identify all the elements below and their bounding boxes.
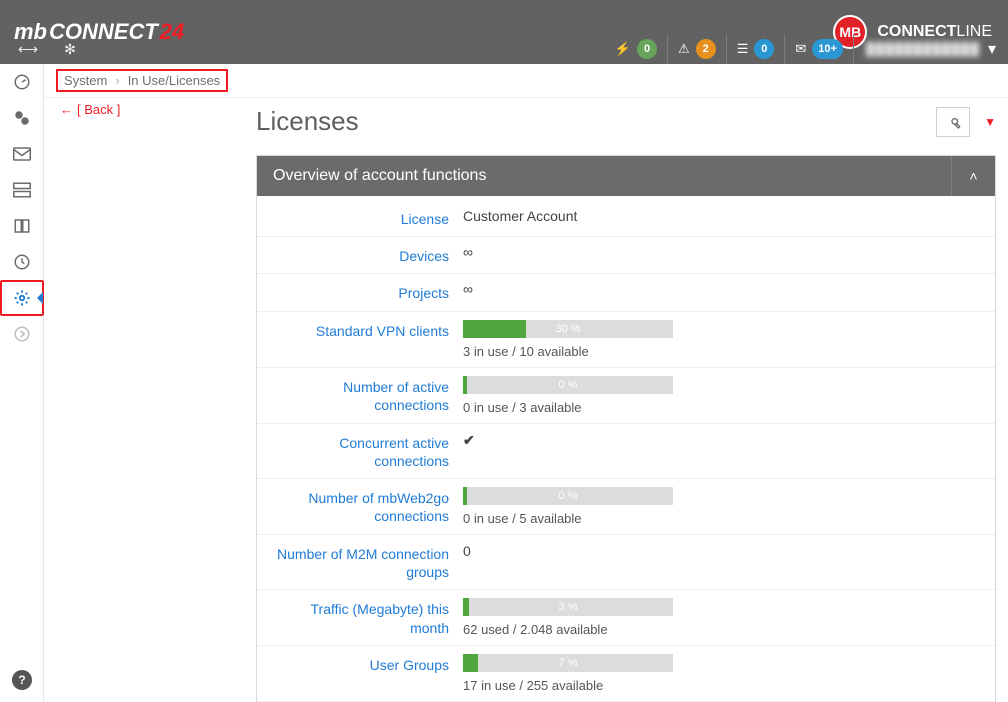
sub-web2go: 0 in use / 5 available [463, 511, 979, 526]
settings-button[interactable] [936, 107, 970, 137]
row-devices: Devices ∞ [257, 236, 995, 273]
bar-web2go-pct: 0 % [463, 487, 673, 505]
status-mail[interactable]: ✉ 10+ [784, 34, 853, 64]
panel-title: Overview of account functions [273, 167, 486, 185]
sub-vpn: 3 in use / 10 available [463, 344, 979, 359]
user-menu[interactable]: ████████████ ▾ [853, 34, 1008, 64]
panel-collapse[interactable]: ˄ [951, 156, 995, 196]
label-user-groups: User Groups [273, 654, 463, 674]
breadcrumb-current: In Use/Licenses [128, 73, 221, 88]
label-active-conn: Number of active connections [273, 376, 463, 414]
bar-vpn: 30 % [463, 320, 673, 338]
spinner-icon [64, 41, 76, 58]
resize-icon[interactable]: ⟷ [18, 41, 38, 58]
row-vpn: Standard VPN clients 30 % 3 in use / 10 … [257, 311, 995, 367]
sidebar-help[interactable]: ? [0, 670, 44, 690]
bar-traffic-pct: 3 % [463, 598, 673, 616]
main-content: Licenses ▼ Overview of account functions… [256, 98, 996, 702]
topbar-lower: ⟷ ⚡ 0 ⚠ 2 ☰ 0 ✉ 10+ [0, 34, 1008, 64]
bar-user-groups: 7 % [463, 654, 673, 672]
back-link[interactable]: [ Back ] [60, 102, 120, 117]
value-concurrent: ✔ [463, 432, 979, 449]
row-web2go: Number of mbWeb2go connections 0 % 0 in … [257, 478, 995, 534]
status-inbox-badge: 0 [754, 39, 774, 59]
sub-user-groups: 17 in use / 255 available [463, 678, 979, 693]
value-devices: ∞ [463, 245, 979, 259]
label-license: License [273, 208, 463, 228]
label-devices: Devices [273, 245, 463, 265]
breadcrumb-bar: System › In Use/Licenses [44, 64, 1008, 98]
alert-icon: ⚠ [678, 41, 690, 57]
wrench-icon [945, 114, 961, 130]
chevron-right-icon: › [115, 73, 119, 88]
bar-active-conn: 0 % [463, 376, 673, 394]
breadcrumb-system[interactable]: System [64, 73, 107, 88]
bar-user-groups-pct: 7 % [463, 654, 673, 672]
status-bolt-badge: 0 [637, 39, 657, 59]
sidebar-dashboard[interactable] [0, 64, 44, 100]
label-traffic: Traffic (Megabyte) this month [273, 598, 463, 636]
label-concurrent: Concurrent active connections [273, 432, 463, 470]
sidebar-more[interactable] [0, 316, 44, 352]
row-traffic: Traffic (Megabyte) this month 3 % 62 use… [257, 589, 995, 645]
row-projects: Projects ∞ [257, 273, 995, 310]
value-projects: ∞ [463, 282, 979, 296]
sidebar-gears[interactable] [0, 100, 44, 136]
row-user-groups: User Groups 7 % 17 in use / 255 availabl… [257, 645, 995, 701]
sub-traffic: 62 used / 2.048 available [463, 622, 979, 637]
status-group: ⚡ 0 ⚠ 2 ☰ 0 ✉ 10+ [605, 34, 853, 64]
sidebar-mail[interactable] [0, 136, 44, 172]
label-m2m: Number of M2M connection groups [273, 543, 463, 581]
bar-traffic: 3 % [463, 598, 673, 616]
page-menu-caret[interactable]: ▼ [984, 115, 996, 129]
inbox-icon: ☰ [737, 41, 749, 57]
status-mail-badge: 10+ [812, 39, 843, 59]
sidebar-system[interactable] [0, 280, 44, 316]
bar-vpn-pct: 30 % [463, 320, 673, 338]
chevron-up-icon: ˄ [969, 168, 977, 184]
status-alert[interactable]: ⚠ 2 [667, 34, 726, 64]
status-inbox[interactable]: ☰ 0 [726, 34, 785, 64]
bar-web2go: 0 % [463, 487, 673, 505]
bolt-icon: ⚡ [615, 41, 631, 57]
overview-panel: Overview of account functions ˄ License … [256, 155, 996, 702]
topbar: mb CONNECT 24 MB CONNECTLINE ⟷ ⚡ 0 ⚠ 2 [0, 0, 1008, 64]
bar-active-conn-pct: 0 % [463, 376, 673, 394]
help-icon: ? [12, 670, 32, 690]
value-license: Customer Account [463, 208, 979, 224]
panel-header: Overview of account functions ˄ [257, 156, 995, 196]
status-bolt[interactable]: ⚡ 0 [605, 34, 667, 64]
sidebar-book[interactable] [0, 208, 44, 244]
sidebar-clock[interactable] [0, 244, 44, 280]
row-m2m: Number of M2M connection groups 0 [257, 534, 995, 589]
status-alert-badge: 2 [696, 39, 716, 59]
label-projects: Projects [273, 282, 463, 302]
row-concurrent: Concurrent active connections ✔ [257, 423, 995, 478]
sidebar-server[interactable] [0, 172, 44, 208]
sub-active-conn: 0 in use / 3 available [463, 400, 979, 415]
row-active-conn: Number of active connections 0 % 0 in us… [257, 367, 995, 423]
label-vpn: Standard VPN clients [273, 320, 463, 340]
sidebar: ? [0, 64, 44, 702]
chevron-down-icon: ▾ [988, 39, 996, 59]
page-header: Licenses ▼ [256, 98, 996, 155]
user-name: ████████████ [866, 42, 980, 56]
row-license: License Customer Account [257, 200, 995, 236]
label-web2go: Number of mbWeb2go connections [273, 487, 463, 525]
mail-icon: ✉ [795, 41, 806, 57]
breadcrumb: System › In Use/Licenses [56, 69, 228, 92]
value-m2m: 0 [463, 543, 979, 559]
back-label: [ Back ] [77, 102, 120, 117]
page-title: Licenses [256, 106, 359, 137]
